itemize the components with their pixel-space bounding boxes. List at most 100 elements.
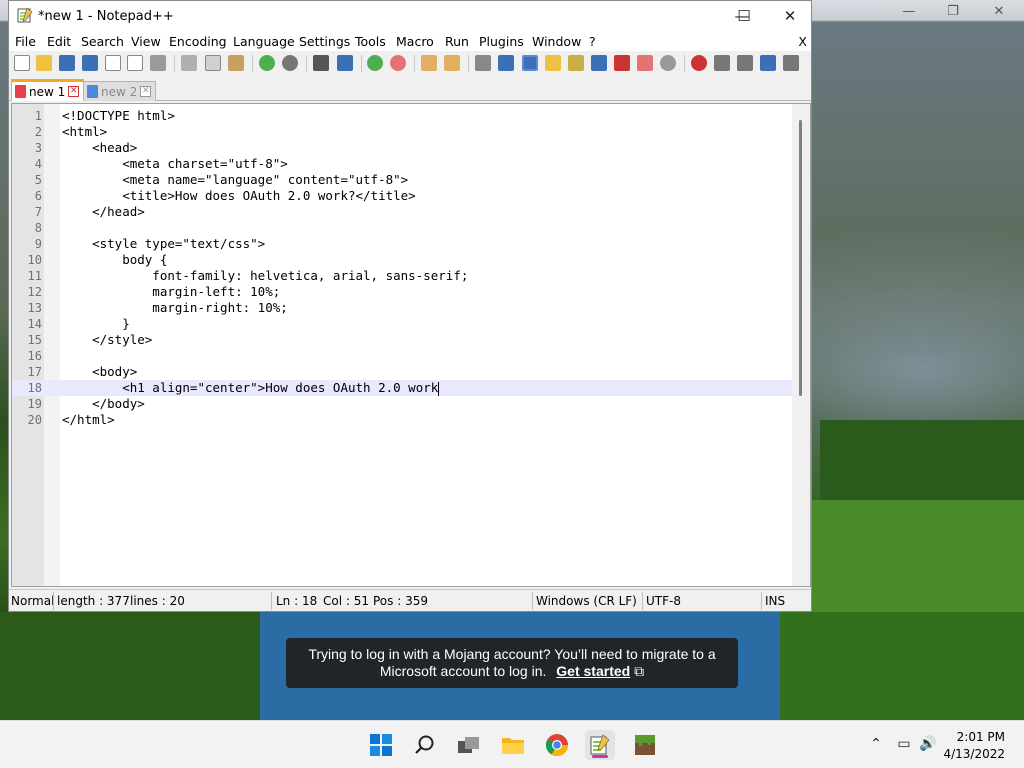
folder-workspace-icon[interactable] (591, 55, 607, 71)
code-line[interactable]: 2 <html> (12, 124, 792, 140)
save-all-icon[interactable] (82, 55, 98, 71)
network-icon[interactable]: ▭ (895, 735, 913, 753)
code-line[interactable]: 8 (12, 220, 792, 236)
cut-icon[interactable] (181, 55, 197, 71)
code-text[interactable]: </body> (62, 396, 145, 412)
menu-file[interactable]: File (15, 34, 36, 49)
code-line[interactable]: 1 <!DOCTYPE html> (12, 108, 792, 124)
tab-close-icon[interactable]: ✕ (140, 86, 152, 97)
vertical-scrollbar[interactable] (792, 104, 810, 586)
code-text[interactable]: </head> (62, 204, 145, 220)
code-text[interactable]: <meta charset="utf-8"> (62, 156, 288, 172)
menu-run[interactable]: Run (445, 34, 469, 49)
record-macro-icon[interactable] (691, 55, 707, 71)
show-all-chars-icon[interactable] (498, 55, 514, 71)
bg-window-minimize-button[interactable]: — (886, 0, 932, 22)
code-text[interactable]: <title>How does OAuth 2.0 work?</title> (62, 188, 416, 204)
chrome-icon[interactable] (542, 730, 572, 760)
monitoring-icon[interactable] (637, 55, 653, 71)
tray-chevron-icon[interactable]: ⌃ (867, 735, 885, 753)
code-text[interactable]: <body> (62, 364, 137, 380)
menu-settings[interactable]: Settings (299, 34, 350, 49)
code-text[interactable]: <html> (62, 124, 107, 140)
code-line[interactable]: 11 font-family: helvetica, arial, sans-s… (12, 268, 792, 284)
menu-encoding[interactable]: Encoding (169, 34, 227, 49)
code-line[interactable]: 10 body { (12, 252, 792, 268)
code-text[interactable]: <h1 align="center">How does OAuth 2.0 wo… (62, 380, 440, 396)
code-line[interactable]: 12 margin-left: 10%; (12, 284, 792, 300)
search-icon[interactable] (410, 730, 440, 760)
paste-icon[interactable] (228, 55, 244, 71)
code-text[interactable]: margin-right: 10%; (62, 300, 287, 316)
doc-map-icon[interactable] (545, 55, 561, 71)
zoom-out-icon[interactable] (390, 55, 406, 71)
minecraft-icon[interactable] (630, 730, 660, 760)
code-text[interactable]: <!DOCTYPE html> (62, 108, 175, 124)
stop-macro-icon[interactable] (714, 55, 730, 71)
code-line[interactable]: 5 <meta name="language" content="utf-8"> (12, 172, 792, 188)
code-line[interactable]: 17 <body> (12, 364, 792, 380)
volume-icon[interactable]: 🔊 (919, 735, 937, 753)
file-explorer-icon[interactable] (498, 730, 528, 760)
new-file-icon[interactable] (14, 55, 30, 71)
replace-icon[interactable] (337, 55, 353, 71)
macro-shortcut-icon[interactable] (660, 55, 676, 71)
function-list-icon[interactable] (568, 55, 584, 71)
menu-macro[interactable]: Macro (396, 34, 434, 49)
get-started-link[interactable]: Get started (556, 663, 630, 679)
menu-view[interactable]: View (131, 34, 161, 49)
undo-icon[interactable] (259, 55, 275, 71)
find-icon[interactable] (313, 55, 329, 71)
code-text[interactable]: <meta name="language" content="utf-8"> (62, 172, 408, 188)
copy-icon[interactable] (205, 55, 221, 71)
redo-icon[interactable] (282, 55, 298, 71)
code-text[interactable]: <style type="text/css"> (62, 236, 265, 252)
clock-time[interactable]: 2:01 PM (957, 730, 1005, 744)
menu-plugins[interactable]: Plugins (479, 34, 524, 49)
close-document-button[interactable]: X (798, 34, 807, 49)
open-file-icon[interactable] (36, 55, 52, 71)
tab-new-1[interactable]: new 1 ✕ (11, 79, 85, 101)
print-icon[interactable] (150, 55, 166, 71)
word-wrap-icon[interactable] (475, 55, 491, 71)
code-text[interactable]: <head> (62, 140, 137, 156)
code-line[interactable]: 3 <head> (12, 140, 792, 156)
code-line[interactable]: 9 <style type="text/css"> (12, 236, 792, 252)
notepadpp-icon[interactable] (585, 730, 615, 760)
indent-guide-icon[interactable] (522, 55, 538, 71)
code-line[interactable]: 14 } (12, 316, 792, 332)
code-text[interactable]: body { (62, 252, 167, 268)
close-file-icon[interactable] (105, 55, 121, 71)
save-icon[interactable] (59, 55, 75, 71)
clock-date[interactable]: 4/13/2022 (943, 747, 1005, 761)
menu-edit[interactable]: Edit (47, 34, 71, 49)
tab-close-icon[interactable]: ✕ (68, 86, 80, 97)
menu-search[interactable]: Search (81, 34, 124, 49)
scrollbar-thumb[interactable] (799, 120, 802, 396)
sync-horizontal-icon[interactable] (444, 55, 460, 71)
code-line[interactable]: 16 (12, 348, 792, 364)
code-line[interactable]: 13 margin-right: 10%; (12, 300, 792, 316)
code-line[interactable]: 15 </style> (12, 332, 792, 348)
status-insert-mode[interactable]: INS (765, 594, 785, 608)
status-encoding[interactable]: UTF-8 (646, 594, 681, 608)
doc-list-icon[interactable] (614, 55, 630, 71)
code-line[interactable]: 20 </html> (12, 412, 792, 428)
menu-tools[interactable]: Tools (355, 34, 386, 49)
status-eol[interactable]: Windows (CR LF) (536, 594, 637, 608)
code-line[interactable]: 6 <title>How does OAuth 2.0 work?</title… (12, 188, 792, 204)
code-line[interactable]: 18 <h1 align="center">How does OAuth 2.0… (12, 380, 792, 396)
play-macro-icon[interactable] (737, 55, 753, 71)
menu-language[interactable]: Language (233, 34, 295, 49)
code-line[interactable]: 4 <meta charset="utf-8"> (12, 156, 792, 172)
sync-vertical-icon[interactable] (421, 55, 437, 71)
windows-start-icon[interactable] (366, 730, 396, 760)
code-text[interactable]: } (62, 316, 130, 332)
run-macro-multiple-icon[interactable] (760, 55, 776, 71)
code-text[interactable]: margin-left: 10%; (62, 284, 280, 300)
editor-area[interactable]: 1 <!DOCTYPE html> 2 <html> 3 <head> 4 <meta c… (11, 103, 811, 587)
menu-help[interactable]: ? (589, 34, 596, 49)
close-button[interactable]: ✕ (767, 1, 813, 31)
task-view-icon[interactable] (454, 730, 484, 760)
close-all-icon[interactable] (127, 55, 143, 71)
